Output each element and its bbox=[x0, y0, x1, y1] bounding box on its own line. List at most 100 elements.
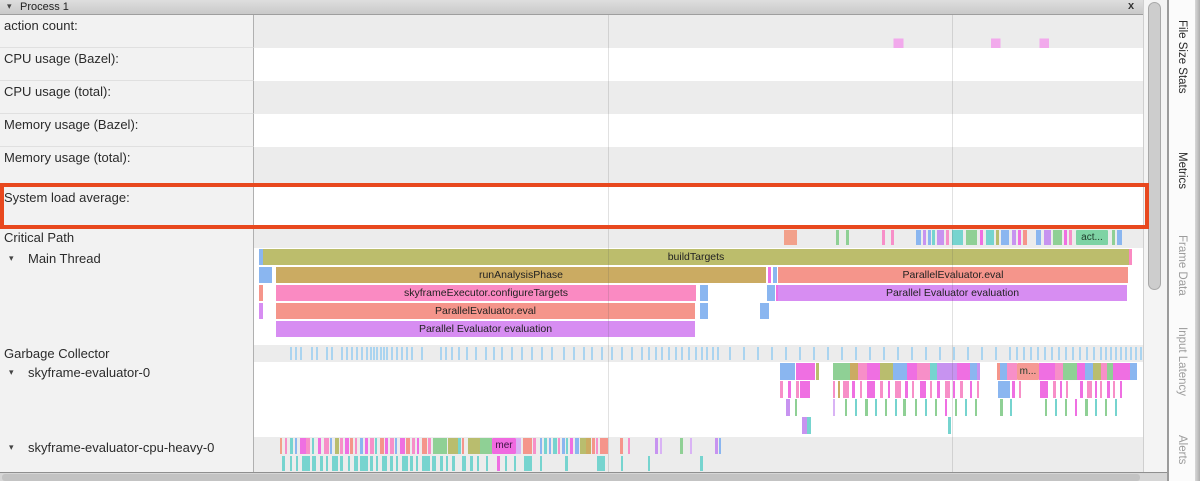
gc-event-tick[interactable] bbox=[376, 347, 378, 360]
trace-slice[interactable] bbox=[948, 417, 951, 434]
trace-slice[interactable] bbox=[290, 456, 292, 471]
trace-slice[interactable] bbox=[833, 399, 835, 416]
trace-slice[interactable] bbox=[524, 456, 532, 471]
gc-event-tick[interactable] bbox=[675, 347, 677, 360]
gc-event-tick[interactable] bbox=[953, 347, 955, 360]
trace-slice[interactable] bbox=[1069, 230, 1072, 245]
trace-slice[interactable] bbox=[915, 399, 917, 416]
trace-slice[interactable] bbox=[382, 456, 387, 471]
gc-event-tick[interactable] bbox=[1037, 347, 1039, 360]
trace-slice[interactable] bbox=[893, 363, 907, 380]
trace-slice[interactable] bbox=[1040, 381, 1048, 398]
trace-slice[interactable] bbox=[570, 438, 573, 454]
gc-event-tick[interactable] bbox=[706, 347, 708, 360]
trace-slice[interactable] bbox=[960, 381, 963, 398]
trace-slice[interactable] bbox=[1130, 363, 1137, 380]
gc-event-tick[interactable] bbox=[681, 347, 683, 360]
trace-slice[interactable] bbox=[1036, 230, 1041, 245]
trace-slice[interactable] bbox=[452, 456, 455, 471]
gc-event-tick[interactable] bbox=[406, 347, 408, 360]
trace-slice[interactable] bbox=[1044, 230, 1051, 245]
trace-slice[interactable] bbox=[930, 381, 932, 398]
gc-event-tick[interactable] bbox=[621, 347, 623, 360]
trace-span-sliver[interactable] bbox=[1129, 249, 1132, 265]
trace-slice[interactable] bbox=[867, 363, 880, 380]
trace-slice[interactable] bbox=[796, 381, 799, 398]
trace-slice[interactable] bbox=[916, 230, 921, 245]
trace-slice[interactable] bbox=[1085, 399, 1088, 416]
trace-slice[interactable] bbox=[600, 438, 608, 454]
trace-slice[interactable] bbox=[953, 381, 955, 398]
trace-slice[interactable] bbox=[410, 456, 413, 471]
gc-event-tick[interactable] bbox=[380, 347, 382, 360]
trace-slice[interactable] bbox=[957, 363, 970, 380]
trace-slice[interactable] bbox=[970, 363, 977, 380]
trace-slice[interactable] bbox=[1053, 230, 1062, 245]
trace-slice[interactable] bbox=[796, 363, 815, 380]
trace-span[interactable]: skyframeExecutor.configureTargets bbox=[276, 285, 696, 301]
trace-slice[interactable] bbox=[1085, 363, 1093, 380]
close-icon[interactable]: x bbox=[1128, 0, 1134, 12]
trace-slice[interactable] bbox=[895, 381, 901, 398]
gc-event-tick[interactable] bbox=[841, 347, 843, 360]
trace-slice[interactable] bbox=[888, 381, 890, 398]
trace-slice[interactable] bbox=[977, 363, 980, 380]
gc-event-tick[interactable] bbox=[641, 347, 643, 360]
critical-path-chip[interactable]: act... bbox=[1076, 230, 1108, 245]
gc-event-tick[interactable] bbox=[611, 347, 613, 360]
gc-event-tick[interactable] bbox=[300, 347, 302, 360]
trace-slice[interactable] bbox=[417, 438, 419, 454]
critical-path-track[interactable]: act... bbox=[254, 227, 1143, 248]
trace-span-sliver[interactable] bbox=[700, 303, 708, 319]
gc-event-tick[interactable] bbox=[316, 347, 318, 360]
trace-slice[interactable] bbox=[996, 230, 999, 245]
trace-slice[interactable] bbox=[422, 456, 430, 471]
gc-event-tick[interactable] bbox=[501, 347, 503, 360]
gc-event-tick[interactable] bbox=[1051, 347, 1053, 360]
evaluator0-chip[interactable]: m... bbox=[1017, 363, 1039, 380]
gc-event-tick[interactable] bbox=[370, 347, 372, 360]
gc-event-tick[interactable] bbox=[981, 347, 983, 360]
trace-slice[interactable] bbox=[480, 438, 492, 454]
trace-slice[interactable] bbox=[660, 438, 662, 454]
trace-span[interactable]: Parallel Evaluator evaluation bbox=[778, 285, 1127, 301]
gc-event-tick[interactable] bbox=[386, 347, 388, 360]
trace-span[interactable]: ParallelEvaluator.eval bbox=[778, 267, 1128, 283]
trace-slice[interactable] bbox=[719, 438, 721, 454]
trace-slice[interactable] bbox=[1105, 399, 1107, 416]
evaluator0-track[interactable]: m... bbox=[254, 362, 1143, 437]
gc-event-tick[interactable] bbox=[661, 347, 663, 360]
trace-span-sliver[interactable] bbox=[259, 303, 263, 319]
trace-slice[interactable] bbox=[468, 438, 480, 454]
trace-slice[interactable] bbox=[1115, 399, 1117, 416]
trace-slice[interactable] bbox=[965, 399, 967, 416]
trace-slice[interactable] bbox=[807, 417, 811, 434]
trace-slice[interactable] bbox=[680, 438, 683, 454]
trace-slice[interactable] bbox=[477, 456, 479, 471]
trace-slice[interactable] bbox=[1120, 381, 1122, 398]
trace-slice[interactable] bbox=[280, 438, 282, 454]
trace-slice[interactable] bbox=[1093, 363, 1101, 380]
trace-slice[interactable] bbox=[928, 230, 931, 245]
trace-slice[interactable] bbox=[903, 399, 906, 416]
gc-event-tick[interactable] bbox=[326, 347, 328, 360]
trace-slice[interactable] bbox=[1087, 381, 1092, 398]
gc-event-tick[interactable] bbox=[701, 347, 703, 360]
trace-slice[interactable] bbox=[852, 381, 855, 398]
trace-slice[interactable] bbox=[380, 438, 384, 454]
trace-slice[interactable] bbox=[516, 438, 521, 454]
gc-event-tick[interactable] bbox=[1140, 347, 1142, 360]
trace-slice[interactable] bbox=[621, 456, 623, 471]
trace-span-sliver[interactable] bbox=[760, 303, 769, 319]
trace-slice[interactable] bbox=[302, 456, 310, 471]
trace-slice[interactable] bbox=[945, 381, 950, 398]
gc-event-tick[interactable] bbox=[1058, 347, 1060, 360]
trace-slice[interactable] bbox=[523, 438, 532, 454]
sys-load-track[interactable] bbox=[254, 185, 1143, 227]
main-thread-track[interactable]: buildTargets runAnalysisPhaseParallelEva… bbox=[254, 248, 1143, 345]
trace-slice[interactable] bbox=[1055, 363, 1063, 380]
trace-slice[interactable] bbox=[1066, 381, 1068, 398]
trace-slice[interactable] bbox=[836, 230, 839, 245]
gc-event-tick[interactable] bbox=[897, 347, 899, 360]
mem-total-track[interactable] bbox=[254, 147, 1143, 185]
